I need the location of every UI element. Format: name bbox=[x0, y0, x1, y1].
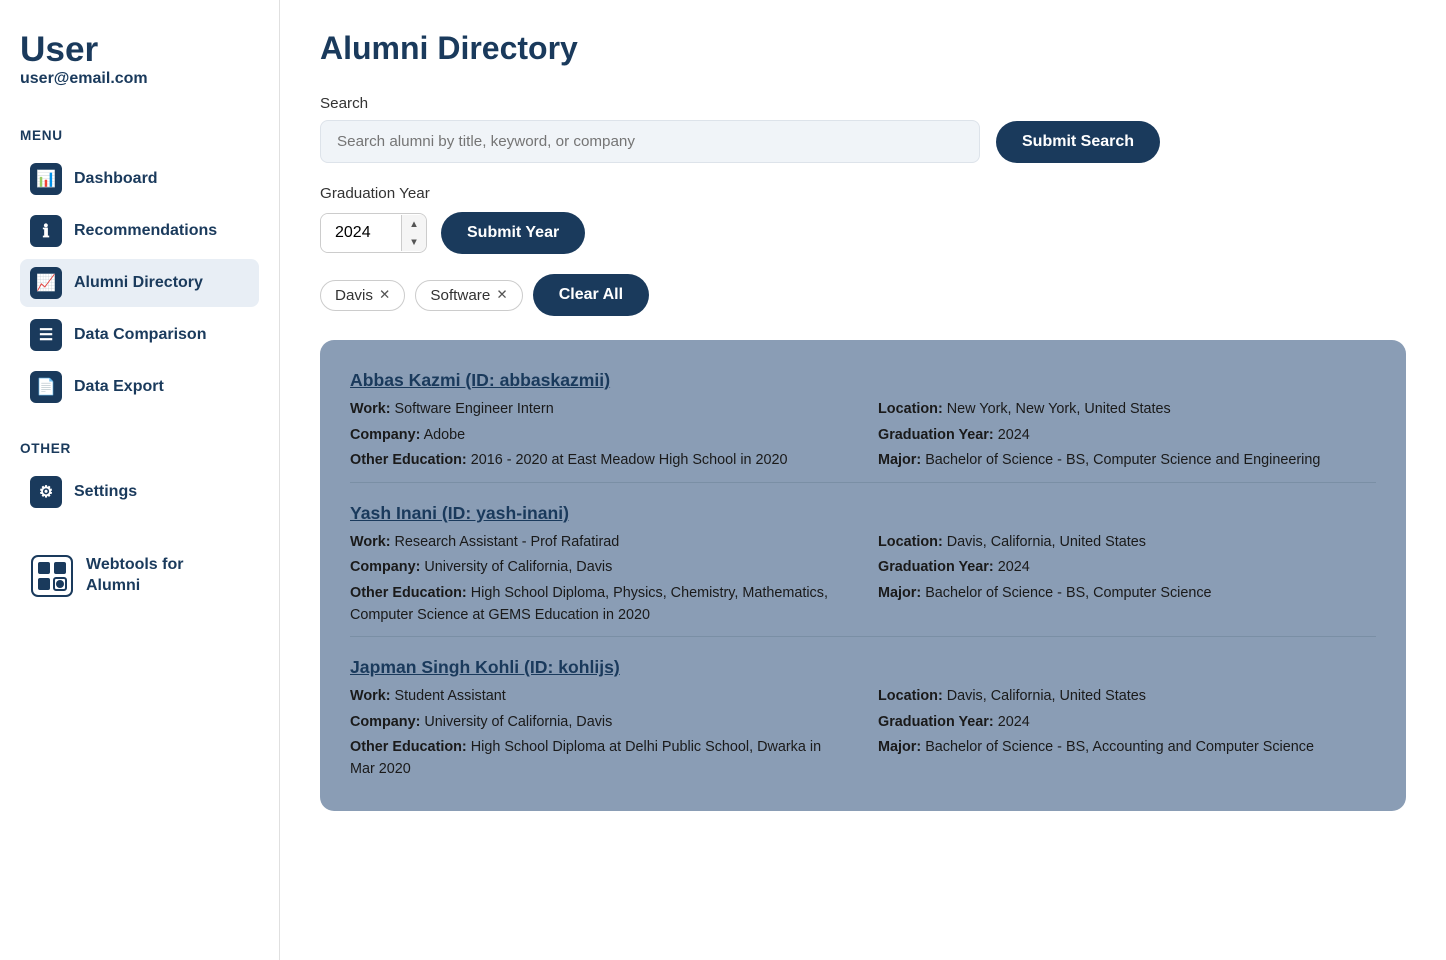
year-spinners: ▲ ▼ bbox=[401, 215, 426, 251]
sidebar-user-email: user@email.com bbox=[20, 70, 259, 88]
alumni-other-edu-1: Other Education: High School Diploma, Ph… bbox=[350, 583, 848, 626]
alumni-major-2: Major: Bachelor of Science - BS, Account… bbox=[878, 737, 1376, 780]
graduation-year-label: Graduation Year bbox=[320, 185, 1406, 202]
alumni-major-0: Major: Bachelor of Science - BS, Compute… bbox=[878, 450, 1376, 472]
sidebar-item-dashboard[interactable]: 📊 Dashboard bbox=[20, 155, 259, 203]
alumni-company-0: Company: Adobe bbox=[350, 425, 848, 447]
alumni-other-edu-2: Other Education: High School Diploma at … bbox=[350, 737, 848, 780]
filter-chip-davis: Davis ✕ bbox=[320, 280, 405, 311]
recommendations-icon: ℹ bbox=[30, 215, 62, 247]
sidebar-other-nav: ⚙ Settings bbox=[20, 468, 259, 516]
alumni-name-link-0[interactable]: Abbas Kazmi (ID: abbaskazmii) bbox=[350, 370, 610, 391]
alumni-work-1: Work: Research Assistant - Prof Rafatira… bbox=[350, 532, 848, 554]
sidebar-item-data-export[interactable]: 📄 Data Export bbox=[20, 363, 259, 411]
graduation-year-row: ▲ ▼ Submit Year bbox=[320, 212, 1406, 254]
sidebar-item-label: Settings bbox=[74, 483, 137, 501]
alumni-card-1: Yash Inani (ID: yash-inani) Work: Resear… bbox=[350, 482, 1376, 626]
submit-search-button[interactable]: Submit Search bbox=[996, 121, 1160, 163]
sidebar-menu-nav: 📊 Dashboard ℹ Recommendations 📈 Alumni D… bbox=[20, 155, 259, 411]
alumni-company-1: Company: University of California, Davis bbox=[350, 557, 848, 579]
alumni-company-2: Company: University of California, Davis bbox=[350, 712, 848, 734]
webtools-label: Webtools for Alumni bbox=[86, 555, 183, 597]
alumni-name-link-2[interactable]: Japman Singh Kohli (ID: kohlijs) bbox=[350, 657, 620, 678]
filter-chip-software: Software ✕ bbox=[415, 280, 522, 311]
sidebar-user-name: User bbox=[20, 30, 259, 70]
search-input[interactable] bbox=[320, 120, 980, 163]
data-comparison-icon: ☰ bbox=[30, 319, 62, 351]
alumni-work-0: Work: Software Engineer Intern bbox=[350, 399, 848, 421]
sidebar-item-alumni-directory[interactable]: 📈 Alumni Directory bbox=[20, 259, 259, 307]
year-down-button[interactable]: ▼ bbox=[402, 233, 426, 251]
filter-chip-software-remove[interactable]: ✕ bbox=[496, 287, 507, 303]
alumni-other-edu-0: Other Education: 2016 - 2020 at East Mea… bbox=[350, 450, 848, 472]
alumni-name-link-1[interactable]: Yash Inani (ID: yash-inani) bbox=[350, 503, 569, 524]
clear-all-button[interactable]: Clear All bbox=[533, 274, 649, 316]
search-row: Submit Search bbox=[320, 120, 1406, 163]
webtools-icon bbox=[30, 554, 74, 598]
filter-chip-davis-remove[interactable]: ✕ bbox=[379, 287, 390, 303]
sidebar-item-label: Dashboard bbox=[74, 170, 158, 188]
submit-year-button[interactable]: Submit Year bbox=[441, 212, 585, 254]
alumni-grad-year-2: Graduation Year: 2024 bbox=[878, 712, 1376, 734]
alumni-grid-0: Work: Software Engineer Intern Location:… bbox=[350, 399, 1376, 472]
filters-row: Davis ✕ Software ✕ Clear All bbox=[320, 274, 1406, 316]
alumni-location-1: Location: Davis, California, United Stat… bbox=[878, 532, 1376, 554]
data-export-icon: 📄 bbox=[30, 371, 62, 403]
filter-chip-label: Davis bbox=[335, 287, 373, 304]
sidebar: User user@email.com MENU 📊 Dashboard ℹ R… bbox=[0, 0, 280, 960]
year-up-button[interactable]: ▲ bbox=[402, 215, 426, 233]
alumni-card-2: Japman Singh Kohli (ID: kohlijs) Work: S… bbox=[350, 636, 1376, 780]
sidebar-item-label: Data Comparison bbox=[74, 326, 206, 344]
year-input[interactable] bbox=[321, 214, 401, 252]
sidebar-item-label: Recommendations bbox=[74, 222, 217, 240]
sidebar-other-label: OTHER bbox=[20, 441, 259, 456]
alumni-grad-year-0: Graduation Year: 2024 bbox=[878, 425, 1376, 447]
sidebar-menu-label: MENU bbox=[20, 128, 259, 143]
alumni-work-2: Work: Student Assistant bbox=[350, 686, 848, 708]
year-input-wrap: ▲ ▼ bbox=[320, 213, 427, 253]
alumni-grid-1: Work: Research Assistant - Prof Rafatira… bbox=[350, 532, 1376, 626]
alumni-location-0: Location: New York, New York, United Sta… bbox=[878, 399, 1376, 421]
alumni-location-2: Location: Davis, California, United Stat… bbox=[878, 686, 1376, 708]
search-label: Search bbox=[320, 95, 1406, 112]
settings-icon: ⚙ bbox=[30, 476, 62, 508]
sidebar-item-label: Data Export bbox=[74, 378, 164, 396]
filter-chip-label: Software bbox=[430, 287, 490, 304]
alumni-card-0: Abbas Kazmi (ID: abbaskazmii) Work: Soft… bbox=[350, 370, 1376, 472]
sidebar-webtools[interactable]: Webtools for Alumni bbox=[20, 546, 259, 606]
results-panel: Abbas Kazmi (ID: abbaskazmii) Work: Soft… bbox=[320, 340, 1406, 811]
page-title: Alumni Directory bbox=[320, 30, 1406, 67]
alumni-major-1: Major: Bachelor of Science - BS, Compute… bbox=[878, 583, 1376, 626]
alumni-grid-2: Work: Student Assistant Location: Davis,… bbox=[350, 686, 1376, 780]
main-content: Alumni Directory Search Submit Search Gr… bbox=[280, 0, 1446, 960]
dashboard-icon: 📊 bbox=[30, 163, 62, 195]
sidebar-item-recommendations[interactable]: ℹ Recommendations bbox=[20, 207, 259, 255]
alumni-directory-icon: 📈 bbox=[30, 267, 62, 299]
sidebar-item-settings[interactable]: ⚙ Settings bbox=[20, 468, 259, 516]
sidebar-item-label: Alumni Directory bbox=[74, 274, 203, 292]
sidebar-item-data-comparison[interactable]: ☰ Data Comparison bbox=[20, 311, 259, 359]
alumni-grad-year-1: Graduation Year: 2024 bbox=[878, 557, 1376, 579]
